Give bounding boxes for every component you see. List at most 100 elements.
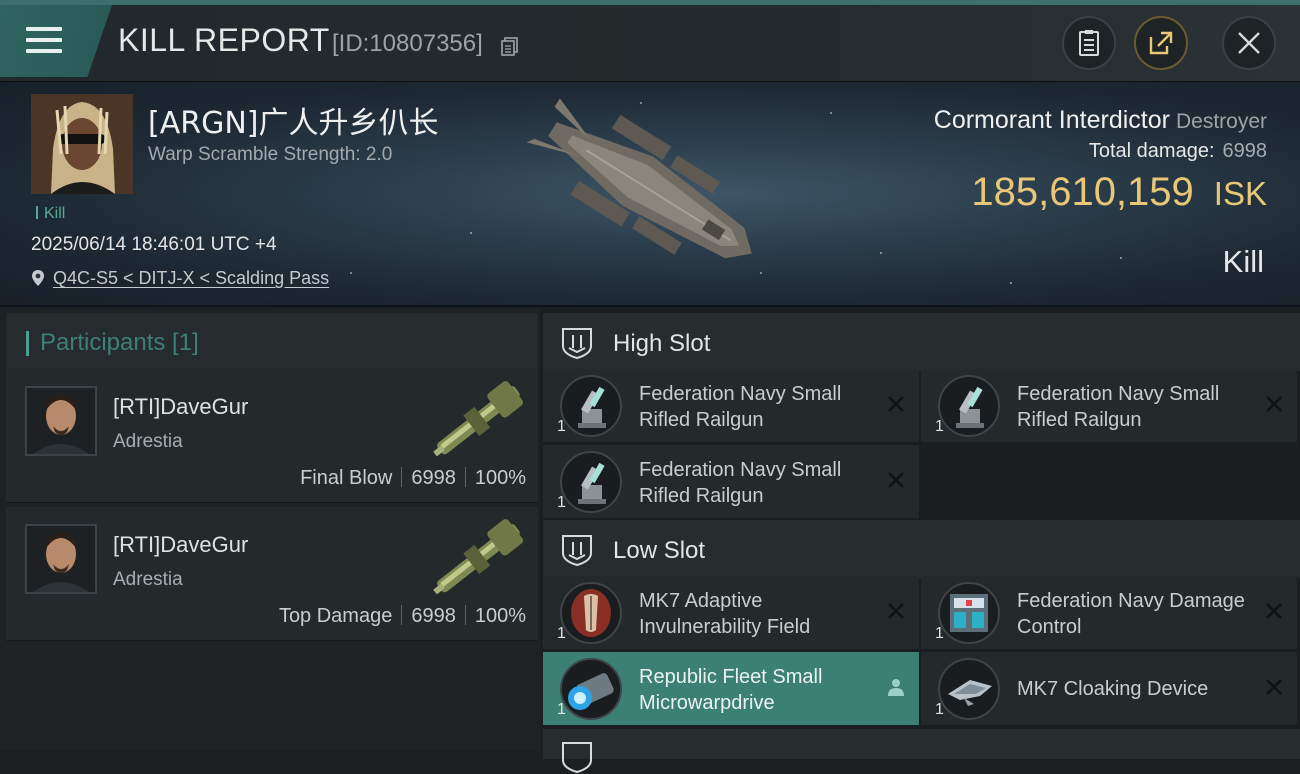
module-item[interactable]: 1 Federation Navy Small Rifled Railgun	[543, 445, 919, 518]
destroyed-x-icon	[888, 396, 904, 412]
participant-role: Top Damage	[278, 605, 393, 627]
kill-banner: [ARGN]广人升乡仈长 Warp Scramble Strength: 2.0…	[0, 82, 1300, 307]
participants-panel: Participants [1] [RTI]DaveGur Adrestia F…	[0, 309, 540, 750]
close-button[interactable]	[1222, 16, 1276, 70]
mid-slot-icon	[562, 742, 592, 774]
location-link[interactable]: Q4C-S5 < DITJ-X < Scalding Pass	[53, 268, 329, 288]
isk-amount: 185,610,159	[971, 170, 1194, 214]
mid-slot-header	[543, 729, 1300, 774]
total-damage-value: 6998	[1222, 140, 1268, 162]
participant-role: Final Blow	[300, 467, 393, 489]
participant-percent: 100%	[474, 467, 526, 489]
ship-type: Cormorant Interdictor	[933, 106, 1170, 134]
warp-scramble-strength: Warp Scramble Strength: 2.0	[148, 144, 393, 165]
participant-percent: 100%	[474, 605, 526, 627]
participants-header: Participants [1]	[6, 313, 538, 371]
fittings-panel: High Slot 1 Federation Navy Small Rifled…	[543, 309, 1300, 774]
module-name: Federation Navy Small Rifled Railgun	[639, 383, 842, 431]
low-slot-header: Low Slot	[543, 520, 1300, 578]
page-title: KILL REPORT	[118, 22, 330, 58]
module-name: Republic Fleet Small Microwarpdrive	[639, 666, 823, 714]
module-quantity: 1	[557, 418, 566, 435]
participants-title: Participants [1]	[40, 329, 199, 356]
module-item[interactable]: 1 MK7 Cloaking Device	[921, 652, 1297, 725]
railgun-icon	[938, 375, 1000, 437]
module-item[interactable]: 1 Federation Navy Damage Control	[921, 576, 1297, 649]
shield-field-icon	[560, 582, 622, 644]
participant-damage: 6998	[411, 467, 456, 489]
copy-icon[interactable]	[501, 37, 519, 56]
module-item[interactable]: 1 MK7 Adaptive Invulnerability Field	[543, 576, 919, 649]
participant-card[interactable]: [RTI]DaveGur Adrestia Top Damage 6998 100%	[6, 507, 538, 641]
menu-button[interactable]	[0, 5, 112, 77]
destroyed-x-icon	[1266, 396, 1282, 412]
module-quantity: 1	[557, 625, 566, 642]
low-slot-title: Low Slot	[613, 537, 706, 564]
module-quantity: 1	[557, 701, 566, 718]
participant-name: [RTI]DaveGur	[113, 532, 249, 557]
ship-class: Destroyer	[1175, 110, 1267, 133]
share-icon	[1149, 31, 1173, 55]
participant-damage: 6998	[411, 605, 456, 627]
destroyed-x-icon	[1266, 679, 1282, 695]
low-slot-icon	[562, 535, 592, 567]
module-name: Federation Navy Small Rifled Railgun	[639, 459, 842, 507]
module-name: MK7 Adaptive Invulnerability Field	[639, 590, 811, 638]
kill-type-label: Kill	[1222, 244, 1264, 279]
high-slot-icon	[562, 328, 592, 360]
high-slot-header: High Slot	[543, 313, 1300, 371]
high-slot-title: High Slot	[613, 330, 711, 357]
close-icon	[1238, 32, 1260, 54]
cloaking-device-icon	[938, 658, 1000, 720]
hamburger-icon	[26, 27, 62, 55]
total-damage-label: Total damage:	[1088, 140, 1215, 162]
destroyed-x-icon	[888, 603, 904, 619]
participant-avatar	[25, 386, 97, 456]
module-item[interactable]: 1 Federation Navy Small Rifled Railgun	[543, 369, 919, 442]
top-accent-line	[0, 0, 1300, 5]
participant-avatar	[25, 524, 97, 594]
railgun-weapon-icon	[433, 519, 524, 595]
railgun-icon	[560, 451, 622, 513]
kill-location[interactable]: Q4C-S5 < DITJ-X < Scalding Pass	[31, 268, 329, 289]
railgun-weapon-icon	[433, 381, 524, 457]
participant-corp: Adrestia	[113, 431, 183, 452]
dropped-item-icon	[888, 679, 904, 696]
isk-value: 185,610,159 ISK	[971, 170, 1267, 215]
clipboard-icon	[1079, 30, 1099, 56]
module-name: MK7 Cloaking Device	[1017, 678, 1209, 700]
module-quantity: 1	[935, 625, 944, 642]
clipboard-button[interactable]	[1062, 16, 1116, 70]
ship-image	[526, 98, 752, 259]
destroyed-x-icon	[1266, 603, 1282, 619]
participant-stats: Top Damage 6998 100%	[279, 605, 526, 628]
railgun-icon	[560, 375, 622, 437]
module-name: Federation Navy Small Rifled Railgun	[1017, 383, 1220, 431]
kill-datetime: 2025/06/14 18:46:01 UTC +4	[31, 234, 277, 255]
participant-card[interactable]: [RTI]DaveGur Adrestia Final Blow 6998 100%	[6, 369, 538, 503]
top-bar: KILL REPORT [ID:10807356]	[0, 0, 1300, 82]
victim-portrait[interactable]	[31, 94, 133, 194]
module-quantity: 1	[935, 418, 944, 435]
kill-tag: Kill	[36, 205, 65, 223]
victim-name[interactable]: [ARGN]广人升乡仈长	[148, 98, 438, 142]
participant-stats: Final Blow 6998 100%	[300, 467, 526, 490]
damage-control-icon	[938, 582, 1000, 644]
module-quantity: 1	[935, 701, 944, 718]
isk-unit: ISK	[1213, 175, 1267, 212]
total-damage: Total damage: 6998	[1089, 140, 1267, 163]
module-name: Federation Navy Damage Control	[1017, 590, 1245, 638]
microwarpdrive-icon	[560, 658, 622, 720]
location-pin-icon	[32, 270, 44, 286]
module-item[interactable]: 1 Republic Fleet Small Microwarpdrive	[543, 652, 919, 725]
header-accent-bar	[26, 331, 29, 356]
participant-name: [RTI]DaveGur	[113, 394, 249, 419]
victim-avatar	[31, 94, 133, 194]
destroyed-x-icon	[888, 472, 904, 488]
ship-name[interactable]: Cormorant Interdictor Destroyer	[934, 106, 1267, 135]
module-quantity: 1	[557, 494, 566, 511]
share-button[interactable]	[1134, 16, 1188, 70]
module-item[interactable]: 1 Federation Navy Small Rifled Railgun	[921, 369, 1297, 442]
report-id: [ID:10807356]	[332, 30, 483, 57]
participant-corp: Adrestia	[113, 569, 183, 590]
